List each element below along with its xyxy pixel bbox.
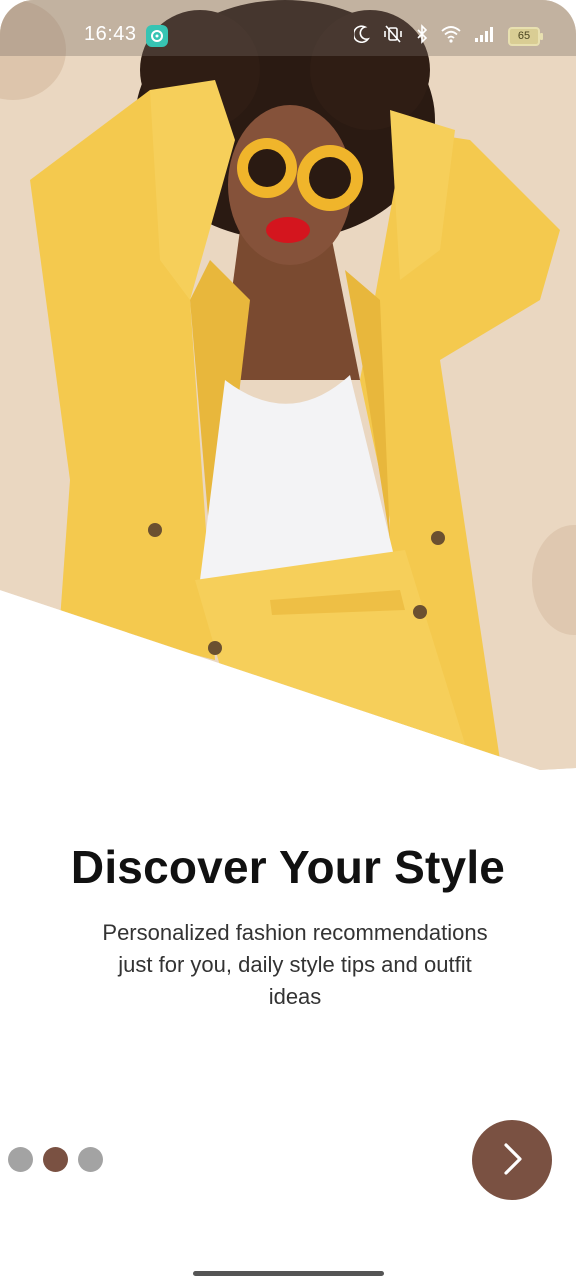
next-button[interactable] xyxy=(472,1120,552,1200)
status-time: 16:43 xyxy=(84,23,137,45)
page-indicator xyxy=(8,1147,103,1172)
wifi-icon xyxy=(440,25,462,48)
chevron-right-icon xyxy=(497,1139,527,1182)
battery-icon: 65 xyxy=(508,26,543,46)
bluetooth-icon xyxy=(416,23,428,49)
onboarding-title: Discover Your Style xyxy=(70,841,506,893)
home-indicator-bar[interactable] xyxy=(193,1271,384,1276)
vibrate-off-icon xyxy=(382,24,404,48)
hero-image xyxy=(0,0,576,770)
page-dot-2-active xyxy=(43,1147,68,1172)
status-icons: 65 xyxy=(352,23,543,49)
app-notification-icon xyxy=(146,25,168,47)
page-dot-1 xyxy=(8,1147,33,1172)
fashion-model-illustration xyxy=(0,0,576,770)
page-dot-3 xyxy=(78,1147,103,1172)
do-not-disturb-moon-icon xyxy=(352,24,370,48)
status-bar: 16:43 65 xyxy=(0,0,576,56)
onboarding-subtitle: Personalized fashion recommendations jus… xyxy=(102,920,488,1009)
cellular-signal-icon xyxy=(474,25,496,48)
